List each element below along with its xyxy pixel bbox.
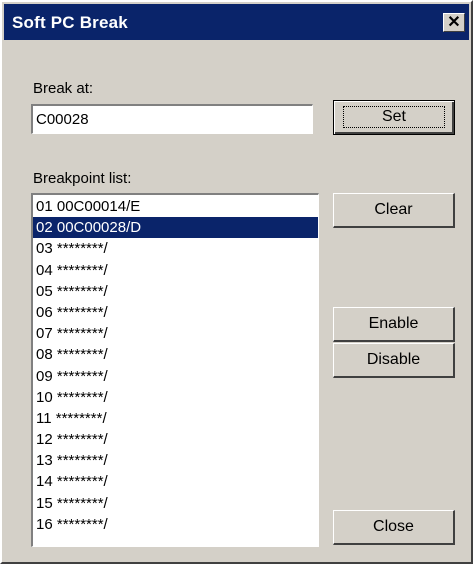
close-icon[interactable]: ✕ (443, 13, 465, 32)
breakpoint-item[interactable]: 02 00C00028/D (33, 217, 318, 239)
breakpoint-item[interactable]: 01 00C00014/E (33, 196, 318, 217)
breakpoint-item[interactable]: 07 ********/ (33, 323, 318, 344)
breakpoint-list-label: Breakpoint list: (33, 170, 132, 187)
breakpoint-item[interactable]: 11 ********/ (33, 408, 318, 429)
breakpoint-item[interactable]: 10 ********/ (33, 387, 318, 408)
clear-button[interactable]: Clear (333, 193, 455, 228)
breakpoint-item[interactable]: 04 ********/ (33, 260, 318, 281)
breakpoint-item[interactable]: 15 ********/ (33, 493, 318, 514)
breakpoint-item[interactable]: 05 ********/ (33, 281, 318, 302)
breakpoint-item[interactable]: 13 ********/ (33, 450, 318, 471)
enable-button[interactable]: Enable (333, 307, 455, 342)
breakpoint-item[interactable]: 16 ********/ (33, 514, 318, 535)
breakpoint-item[interactable]: 14 ********/ (33, 471, 318, 492)
title-bar[interactable]: Soft PC Break ✕ (4, 4, 469, 40)
break-at-label: Break at: (33, 80, 94, 97)
set-button-label: Set (342, 106, 445, 128)
breakpoint-item[interactable]: 09 ********/ (33, 366, 318, 387)
breakpoint-list[interactable]: 01 00C00014/E 02 00C00028/D 03 ********/04… (31, 193, 319, 547)
set-button[interactable]: Set (333, 100, 455, 135)
breakpoint-item[interactable]: 12 ********/ (33, 429, 318, 450)
breakpoint-item[interactable]: 03 ********/ (33, 238, 318, 259)
close-button[interactable]: Close (333, 510, 455, 545)
dialog-title: Soft PC Break (12, 13, 128, 32)
breakpoint-item[interactable]: 08 ********/ (33, 344, 318, 365)
break-at-input[interactable]: C00028 (31, 104, 313, 134)
disable-button[interactable]: Disable (333, 343, 455, 378)
breakpoint-item[interactable]: 06 ********/ (33, 302, 318, 323)
